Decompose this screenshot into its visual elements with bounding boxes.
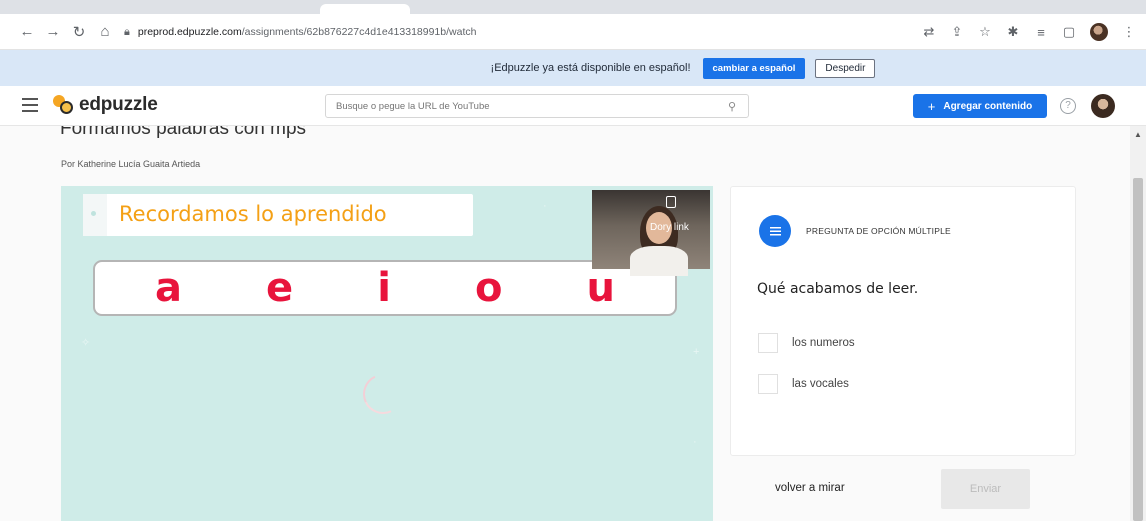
switch-language-button[interactable]: cambiar a español [702, 57, 806, 79]
vowel-letter: u [586, 265, 615, 311]
vowel-letter: o [474, 265, 503, 311]
question-text: Qué acabamos de leer. [757, 281, 919, 297]
answer-option[interactable]: los numeros [758, 333, 855, 353]
option-checkbox[interactable] [758, 374, 778, 394]
option-label: las vocales [792, 378, 849, 390]
avatar[interactable] [1091, 94, 1115, 118]
banner-message: ¡Edpuzzle ya está disponible en español! [490, 62, 691, 74]
side-panel-icon[interactable]: ▢ [1062, 24, 1076, 40]
edpuzzle-logo-icon [52, 94, 74, 116]
option-label: los numeros [792, 337, 855, 349]
address-bar[interactable]: 🔒︎ preprod.edpuzzle.com/assignments/62b8… [124, 19, 914, 45]
browser-tabstrip [0, 0, 1146, 14]
reload-icon[interactable]: ↻ [70, 23, 88, 41]
language-banner: ¡Edpuzzle ya está disponible en español!… [0, 50, 1146, 86]
question-type: PREGUNTA DE OPCIÓN MÚLTIPLE [806, 226, 951, 236]
decorative-sparkle: · [543, 200, 547, 212]
logo[interactable]: edpuzzle [52, 94, 158, 116]
vowel-letter: e [266, 265, 294, 311]
search-icon[interactable]: ⚲ [728, 100, 736, 113]
bookmark-star-icon[interactable]: ☆ [978, 24, 992, 40]
webcam-label: Dory link [650, 222, 689, 233]
webcam-overlay[interactable]: Dory link [592, 190, 710, 276]
help-icon[interactable]: ? [1060, 98, 1076, 114]
search-bar: ⚲ [325, 94, 749, 118]
logo-text: edpuzzle [79, 94, 158, 115]
vowel-letter: i [377, 265, 391, 311]
rewatch-button[interactable]: volver a mirar [775, 482, 845, 494]
decorative-sparkle: ✧ [81, 337, 91, 349]
assignment-title: Formamos palabras con mps [60, 126, 307, 139]
decorative-sparkle: · [693, 436, 697, 448]
copy-icon[interactable] [666, 196, 676, 208]
browser-actions: ⇄ ⇪ ☆ ✱ ≡ ▢ ⋮ [922, 23, 1136, 41]
submit-button[interactable]: Enviar [941, 469, 1030, 509]
vowel-letter: a [155, 265, 183, 311]
menu-icon[interactable] [22, 98, 38, 112]
vowel-strip: a e i o u [93, 260, 677, 316]
url-path: /assignments/62b876227c4d1e413318991b/wa… [241, 26, 477, 38]
question-card: PREGUNTA DE OPCIÓN MÚLTIPLE Qué acabamos… [730, 186, 1076, 456]
scrollbar-thumb[interactable] [1133, 178, 1143, 521]
translate-icon[interactable]: ⇄ [922, 24, 936, 40]
add-content-button[interactable]: + Agregar contenido [913, 94, 1047, 118]
answer-option[interactable]: las vocales [758, 374, 849, 394]
dismiss-banner-button[interactable]: Despedir [815, 58, 876, 78]
search-input[interactable] [326, 95, 728, 117]
list-icon [759, 215, 791, 247]
loading-spinner-icon [357, 368, 409, 420]
url-text: preprod.edpuzzle.com/assignments/62b8762… [138, 26, 477, 38]
main-content: Formamos palabras con mps Por Katherine … [0, 126, 1130, 521]
plus-icon: + [927, 98, 936, 114]
lock-icon: 🔒︎ [124, 25, 130, 38]
add-content-label: Agregar contenido [943, 100, 1033, 112]
decorative-sparkle: + [693, 346, 700, 358]
app-header: edpuzzle ⚲ + Agregar contenido ? [0, 86, 1146, 126]
forward-icon[interactable]: → [44, 23, 62, 40]
share-icon[interactable]: ⇪ [950, 24, 964, 40]
back-icon[interactable]: ← [18, 23, 36, 40]
video-caption-box: Recordamos lo aprendido [83, 194, 473, 236]
video-player[interactable]: ✧ · + · Recordamos lo aprendido a e i o … [61, 186, 713, 521]
reading-list-icon[interactable]: ≡ [1034, 25, 1048, 40]
home-icon[interactable]: ⌂ [96, 23, 114, 40]
video-caption: Recordamos lo aprendido [119, 202, 387, 226]
assignment-author: Por Katherine Lucía Guaita Artieda [61, 159, 201, 169]
more-menu-icon[interactable]: ⋮ [1122, 24, 1136, 40]
browser-tab[interactable] [320, 4, 410, 14]
option-checkbox[interactable] [758, 333, 778, 353]
scroll-up-icon[interactable]: ▲ [1134, 130, 1142, 139]
url-host: preprod.edpuzzle.com [137, 26, 242, 38]
page-scrollbar[interactable]: ▲ [1130, 126, 1146, 521]
profile-avatar-icon[interactable] [1090, 23, 1108, 41]
extensions-icon[interactable]: ✱ [1006, 24, 1020, 40]
browser-toolbar: ← → ↻ ⌂ 🔒︎ preprod.edpuzzle.com/assignme… [0, 14, 1146, 50]
